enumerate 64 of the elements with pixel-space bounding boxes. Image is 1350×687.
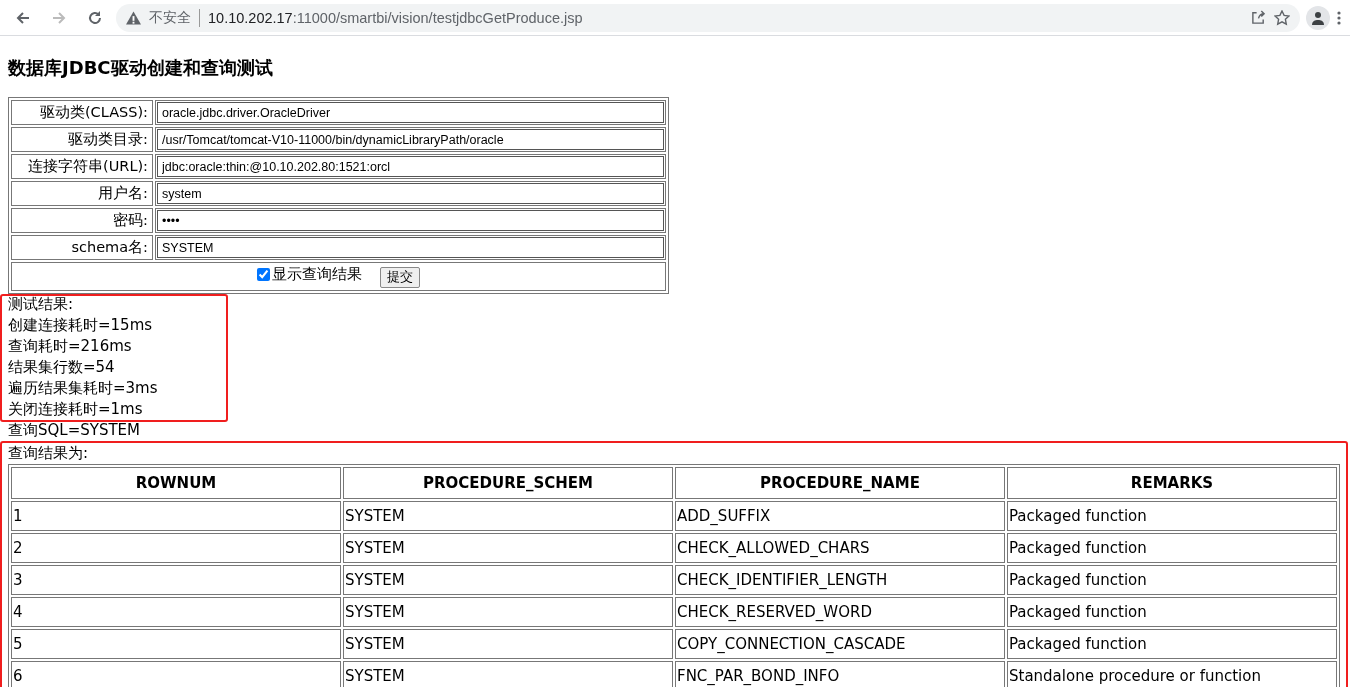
table-cell: Standalone procedure or function: [1007, 661, 1337, 687]
metric-line: 结果集行数=54: [8, 357, 116, 378]
column-header: PROCEDURE_SCHEM: [343, 467, 673, 499]
table-cell: SYSTEM: [343, 565, 673, 595]
star-icon[interactable]: [1274, 9, 1290, 26]
table-cell: Packaged function: [1007, 629, 1337, 659]
table-cell: 4: [11, 597, 341, 627]
query-sql: 查询SQL=SYSTEM: [8, 420, 142, 441]
input-field[interactable]: jdbc:oracle:thin:@10.10.202.80:1521:orcl: [157, 156, 664, 177]
warning-icon: [126, 10, 141, 25]
checkbox-label: 显示查询结果: [272, 265, 362, 284]
table-cell: ADD_SUFFIX: [675, 501, 1005, 531]
input-field[interactable]: SYSTEM: [157, 237, 664, 258]
results-table-heading: 查询结果为:: [8, 443, 90, 464]
field-label: 驱动类目录:: [11, 127, 153, 152]
metric-line: 遍历结果集耗时=3ms: [8, 378, 159, 399]
table-cell: SYSTEM: [343, 597, 673, 627]
table-cell: FNC_PAR_BOND_INFO: [675, 661, 1005, 687]
input-field[interactable]: ••••: [157, 210, 664, 231]
metric-line: 关闭连接耗时=1ms: [8, 399, 144, 420]
table-cell: 6: [11, 661, 341, 687]
field-label: 密码:: [11, 208, 153, 233]
back-arrow-icon: [15, 9, 31, 26]
input-field[interactable]: /usr/Tomcat/tomcat-V10-11000/bin/dynamicLibraryPath/oracle: [157, 129, 664, 150]
person-icon: [1311, 10, 1325, 25]
submit-button[interactable]: 提交: [380, 267, 420, 288]
reload-icon: [87, 9, 103, 26]
table-cell: SYSTEM: [343, 501, 673, 531]
field-label: 驱动类(CLASS):: [11, 100, 153, 125]
url-text: 10.10.202.17:11000/smartbi/vision/testjdbcGetProduce.jsp: [208, 9, 584, 26]
table-cell: SYSTEM: [343, 629, 673, 659]
table-cell: CHECK_RESERVED_WORD: [675, 597, 1005, 627]
table-cell: SYSTEM: [343, 533, 673, 563]
profile-avatar[interactable]: [1306, 5, 1330, 30]
show-results-checkbox[interactable]: [257, 268, 270, 281]
input-field[interactable]: system: [157, 183, 664, 204]
field-label: 连接字符串(URL):: [11, 154, 153, 179]
table-cell: CHECK_ALLOWED_CHARS: [675, 533, 1005, 563]
results-heading: 测试结果:: [8, 294, 75, 315]
table-cell: 3: [11, 565, 341, 595]
table-cell: Packaged function: [1007, 533, 1337, 563]
column-header: PROCEDURE_NAME: [675, 467, 1005, 499]
table-cell: Packaged function: [1007, 597, 1337, 627]
page-title: 数据库JDBC驱动创建和查询测试: [8, 56, 274, 80]
metric-line: 创建连接耗时=15ms: [8, 315, 154, 336]
table-cell: CHECK_IDENTIFIER_LENGTH: [675, 565, 1005, 595]
table-cell: Packaged function: [1007, 501, 1337, 531]
input-field[interactable]: oracle.jdbc.driver.OracleDriver: [157, 102, 664, 123]
table-cell: 2: [11, 533, 341, 563]
table-cell: COPY_CONNECTION_CASCADE: [675, 629, 1005, 659]
forward-arrow-icon: [51, 9, 67, 26]
table-cell: 5: [11, 629, 341, 659]
table-cell: 1: [11, 501, 341, 531]
table-cell: Packaged function: [1007, 565, 1337, 595]
field-label: schema名:: [11, 235, 153, 260]
column-header: ROWNUM: [11, 467, 341, 499]
table-cell: SYSTEM: [343, 661, 673, 687]
field-label: 用户名:: [11, 181, 153, 206]
share-icon[interactable]: [1251, 10, 1266, 25]
column-header: REMARKS: [1007, 467, 1337, 499]
security-label: 不安全: [149, 8, 200, 27]
more-menu-icon[interactable]: [1336, 9, 1342, 26]
metric-line: 查询耗时=216ms: [8, 336, 133, 357]
address-bar[interactable]: 不安全 10.10.202.17:11000/smartbi/vision/testjdbcGetProduce.jsp: [116, 3, 1300, 32]
